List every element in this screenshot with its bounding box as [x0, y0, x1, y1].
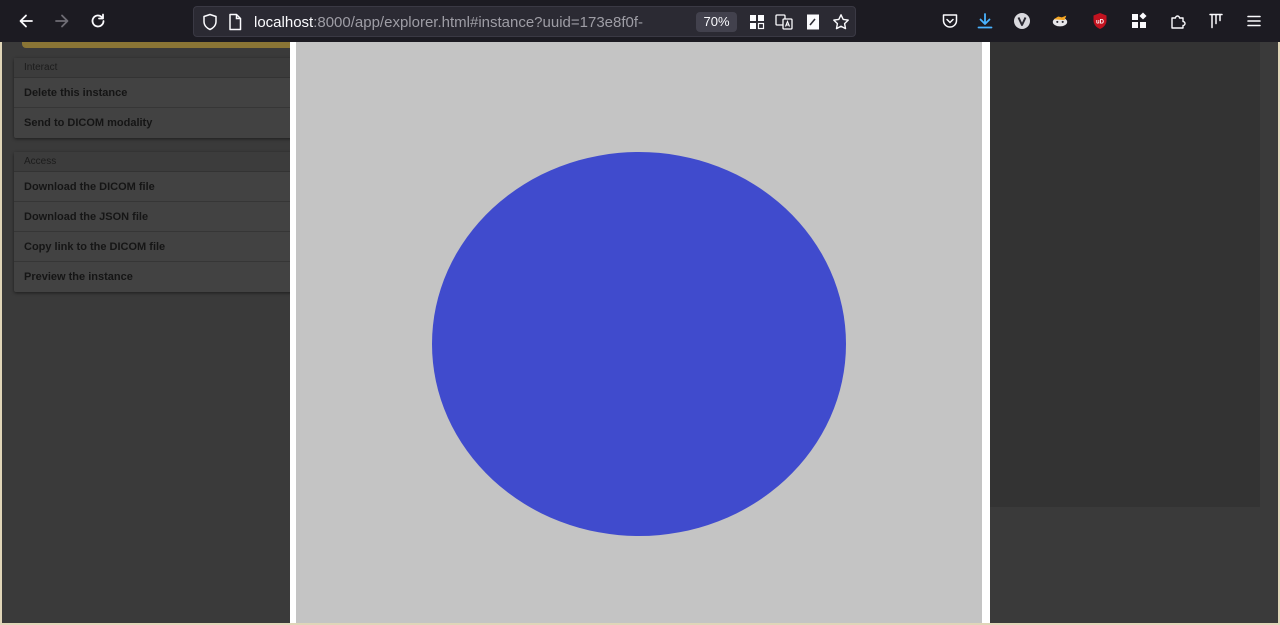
delete-instance-button[interactable]: Delete this instance	[14, 78, 304, 108]
forward-button[interactable]	[48, 7, 76, 35]
dicom-preview-image	[296, 42, 982, 623]
shield-icon[interactable]	[202, 13, 218, 36]
extensions-icon	[1132, 12, 1147, 28]
hamburger-menu-icon	[1247, 15, 1261, 27]
preview-modal	[290, 42, 990, 623]
download-icon	[977, 13, 993, 29]
vimium-button[interactable]	[1008, 7, 1036, 35]
back-icon	[19, 14, 33, 28]
reload-button[interactable]	[84, 7, 112, 35]
bookmark-star-icon[interactable]	[831, 12, 851, 32]
access-panel-title: Access	[14, 152, 304, 172]
url-text[interactable]: localhost:8000/app/explorer.html#instanc…	[254, 13, 684, 33]
pocket-button[interactable]	[936, 7, 964, 35]
reader-icon[interactable]	[803, 12, 823, 32]
app-menu-button[interactable]	[1240, 7, 1268, 35]
fox-extension-icon	[1052, 15, 1068, 27]
tree-icon	[1209, 13, 1223, 29]
back-button[interactable]	[12, 7, 40, 35]
preview-instance-button[interactable]: Preview the instance	[14, 262, 304, 292]
details-panel	[982, 42, 1260, 507]
download-json-button[interactable]: Download the JSON file	[14, 202, 304, 232]
url-host: localhost	[254, 14, 314, 31]
browser-toolbar: localhost:8000/app/explorer.html#instanc…	[0, 0, 1280, 42]
translate-icon[interactable]	[774, 12, 794, 32]
tree-style-tab-button[interactable]	[1202, 7, 1230, 35]
ublock-icon: uD	[1093, 13, 1107, 29]
page-icon[interactable]	[228, 13, 242, 36]
preview-circle	[432, 152, 846, 536]
extension-grid-icon[interactable]	[747, 12, 767, 32]
preview-canvas	[296, 42, 982, 623]
interact-panel-title: Interact	[14, 58, 304, 78]
forward-icon	[55, 14, 69, 28]
page-content: Interact Delete this instance Send to DI…	[2, 42, 1278, 623]
url-path: :8000/app/explorer.html#instance?uuid=17…	[313, 14, 644, 31]
pocket-icon	[942, 14, 958, 28]
url-fade	[654, 11, 690, 33]
downloads-button[interactable]	[971, 7, 999, 35]
extensions-grid-button[interactable]	[1125, 7, 1153, 35]
url-bar[interactable]: localhost:8000/app/explorer.html#instanc…	[193, 6, 856, 37]
download-dicom-button[interactable]: Download the DICOM file	[14, 172, 304, 202]
puzzle-icon	[1171, 15, 1186, 29]
reload-icon	[91, 13, 105, 28]
send-to-modality-button[interactable]: Send to DICOM modality	[14, 108, 304, 138]
zoom-indicator[interactable]: 70%	[696, 12, 737, 32]
copy-dicom-link-button[interactable]: Copy link to the DICOM file	[14, 232, 304, 262]
puzzle-button[interactable]	[1164, 7, 1192, 35]
svg-text:uD: uD	[1096, 20, 1105, 26]
vimium-icon	[1014, 13, 1030, 29]
access-panel: Access Download the DICOM file Download …	[14, 152, 304, 292]
fox-extension-button[interactable]	[1046, 7, 1074, 35]
ublock-button[interactable]: uD	[1086, 7, 1114, 35]
interact-panel: Interact Delete this instance Send to DI…	[14, 58, 304, 138]
header-strip	[22, 42, 312, 48]
